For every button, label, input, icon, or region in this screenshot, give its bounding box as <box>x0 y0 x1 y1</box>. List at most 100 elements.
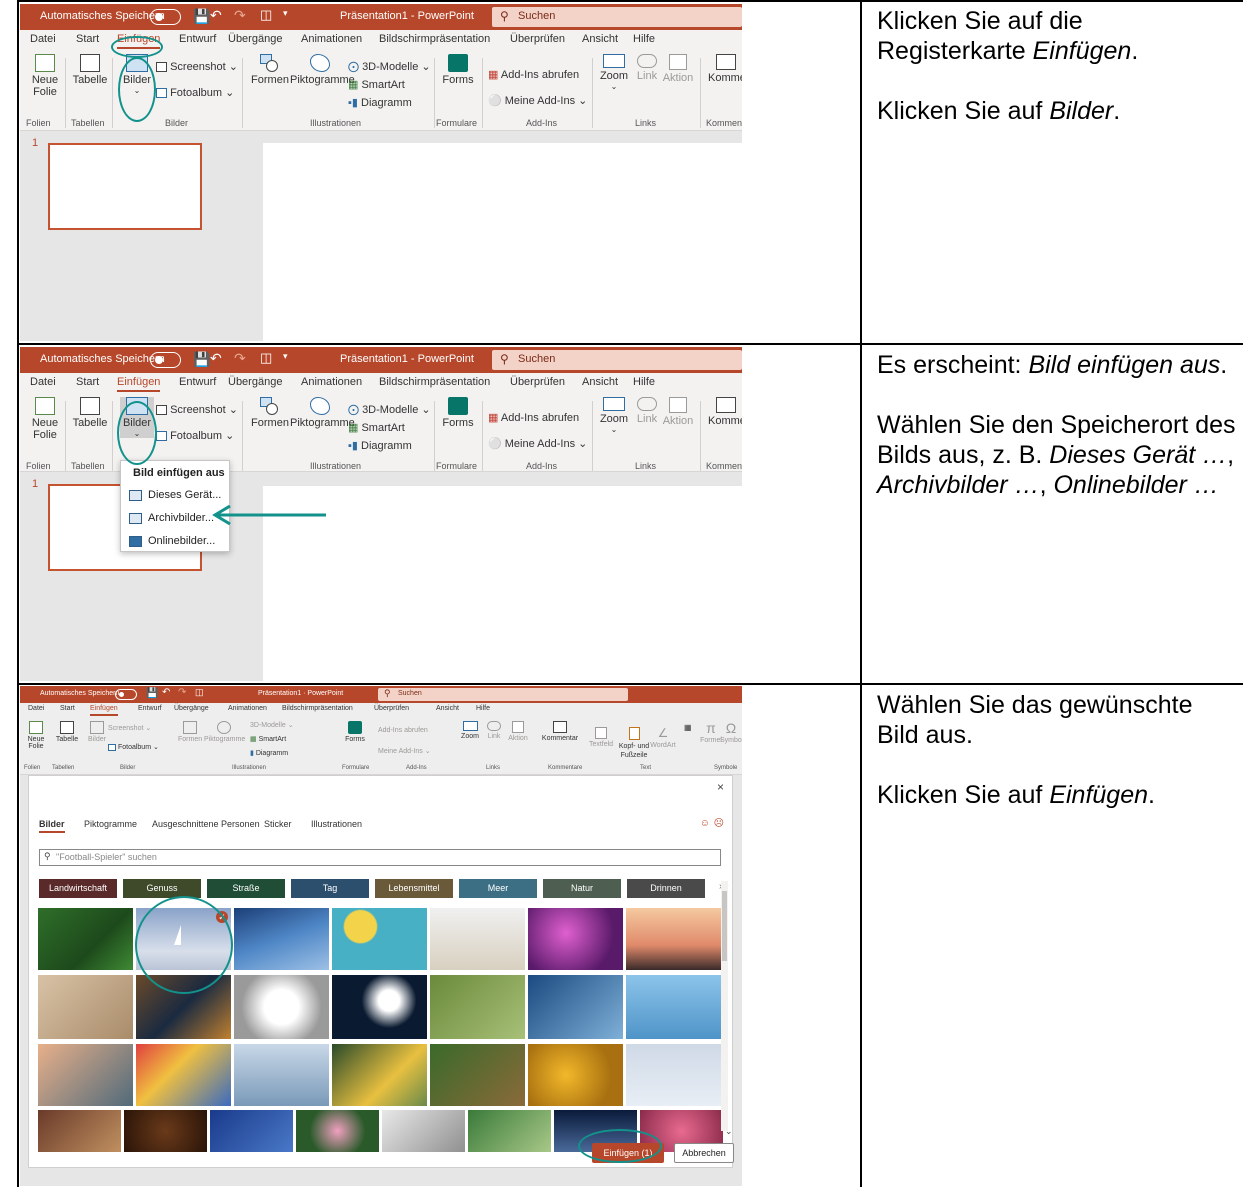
tab-5[interactable]: Animationen <box>228 705 267 712</box>
screenshot-button[interactable]: Screenshot ⌄ <box>156 60 238 73</box>
tab-2[interactable]: Einfügen <box>117 376 161 392</box>
3d-modelle-button[interactable]: ⨀ 3D-Modelle ⌄ <box>348 60 431 73</box>
zoom-button[interactable]: Zoom ⌄ <box>598 397 630 434</box>
redo-icon[interactable]: ↷ <box>234 7 246 24</box>
screenshot-button[interactable]: Screenshot ⌄ <box>108 724 151 732</box>
formen-button[interactable]: Formen <box>250 54 290 86</box>
forms-button[interactable]: Forms <box>440 397 476 429</box>
tab-1[interactable]: Start <box>76 33 99 45</box>
symbol-button[interactable]: Ω Symbol <box>720 721 742 744</box>
present-icon[interactable]: ◫ <box>195 687 204 698</box>
category-chip[interactable]: Straße <box>207 879 285 898</box>
meine-addins-button[interactable]: ⚪ Meine Add-Ins ⌄ <box>488 94 587 107</box>
zoom-button[interactable]: Zoom <box>458 721 482 740</box>
search-box[interactable]: ⚲ Suchen <box>378 688 628 701</box>
dialog-tab-3[interactable]: Sticker <box>264 819 292 829</box>
fotoalbum-button[interactable]: Fotoalbum ⌄ <box>156 86 234 99</box>
stock-image[interactable] <box>234 908 329 970</box>
tab-5[interactable]: Animationen <box>301 376 362 388</box>
tab-8[interactable]: Ansicht <box>582 376 618 388</box>
formen-button[interactable]: Formen <box>178 721 202 743</box>
textfeld-button[interactable]: Textfeld <box>588 727 614 748</box>
stock-image[interactable] <box>332 1044 427 1106</box>
link-button[interactable]: Link <box>633 54 661 82</box>
tab-5[interactable]: Animationen <box>301 33 362 45</box>
save-icon[interactable]: 💾 <box>193 351 210 368</box>
tab-8[interactable]: Ansicht <box>582 33 618 45</box>
zoom-button[interactable]: Zoom ⌄ <box>598 54 630 91</box>
save-icon[interactable]: 💾 <box>193 8 210 25</box>
stock-image[interactable] <box>296 1110 379 1152</box>
piktogramme-button[interactable]: Piktogramme <box>290 54 355 86</box>
tab-8[interactable]: Ansicht <box>436 705 459 712</box>
menu-item-dieses-geraet[interactable]: Dieses Gerät... <box>129 489 221 501</box>
aktion-button[interactable]: Aktion <box>506 721 530 742</box>
forms-button[interactable]: Forms <box>342 721 368 743</box>
stock-image[interactable] <box>382 1110 465 1152</box>
link-button[interactable]: Link <box>633 397 661 425</box>
save-icon[interactable]: 💾 <box>146 688 158 699</box>
undo-icon[interactable]: ↶ <box>210 7 222 24</box>
customize-icon[interactable]: ▾ <box>283 351 288 362</box>
category-chip[interactable]: Genuss <box>123 879 201 898</box>
dialog-tab-0[interactable]: Bilder <box>39 819 65 833</box>
tab-3[interactable]: Entwurf <box>179 33 216 45</box>
close-icon[interactable]: × <box>717 780 724 794</box>
present-icon[interactable]: ◫ <box>260 7 272 23</box>
kopf-fusszeile-button[interactable]: Kopf- und Fußzeile <box>616 727 652 760</box>
3d-modelle-button[interactable]: ⨀ 3D-Modelle ⌄ <box>348 403 431 416</box>
category-chip[interactable]: Natur <box>543 879 621 898</box>
undo-icon[interactable]: ↶ <box>210 350 222 367</box>
tab-7[interactable]: Überprüfen <box>510 33 565 45</box>
stock-image[interactable] <box>430 1044 525 1106</box>
screenshot-button[interactable]: Screenshot ⌄ <box>156 403 238 416</box>
menu-item-onlinebilder[interactable]: Onlinebilder... <box>129 535 215 547</box>
neue-folie-button[interactable]: Neue Folie <box>28 397 62 441</box>
tab-2[interactable]: Einfügen <box>90 705 118 716</box>
stock-image[interactable] <box>38 1044 133 1106</box>
aktion-button[interactable]: Aktion <box>661 54 695 84</box>
diagramm-button[interactable]: ▪▮ Diagramm <box>348 96 412 109</box>
stock-image[interactable] <box>124 1110 207 1152</box>
stock-image[interactable] <box>38 908 133 970</box>
slide-canvas[interactable] <box>263 486 742 681</box>
stock-image[interactable] <box>528 908 623 970</box>
stock-image[interactable] <box>136 1044 231 1106</box>
cancel-button[interactable]: Abbrechen <box>674 1143 734 1163</box>
addins-abrufen-button[interactable]: ▦ Add-Ins abrufen <box>488 411 579 424</box>
stock-image[interactable] <box>626 908 721 970</box>
feedback-icon[interactable]: ☹ <box>714 818 724 829</box>
tab-9[interactable]: Hilfe <box>633 376 655 388</box>
fotoalbum-button[interactable]: Fotoalbum ⌄ <box>108 743 159 751</box>
bilder-button[interactable]: Bilder <box>86 721 108 743</box>
stock-image[interactable] <box>332 908 427 970</box>
neue-folie-button[interactable]: Neue Folie <box>28 54 62 98</box>
piktogramme-button[interactable]: Piktogramme <box>290 397 355 429</box>
addins-abrufen-button[interactable]: Add-Ins abrufen <box>378 727 428 734</box>
tab-1[interactable]: Start <box>76 376 99 388</box>
stock-image[interactable] <box>210 1110 293 1152</box>
autosave-toggle[interactable] <box>150 9 181 25</box>
present-icon[interactable]: ◫ <box>260 350 272 366</box>
smartart-button[interactable]: ▦ SmartArt <box>348 421 405 434</box>
emoji-icon[interactable]: ☺ <box>700 818 710 829</box>
stock-image[interactable] <box>430 908 525 970</box>
category-chip[interactable]: Landwirtschaft <box>39 879 117 898</box>
tab-0[interactable]: Datei <box>30 33 56 45</box>
3d-modelle-button[interactable]: 3D-Modelle ⌄ <box>250 721 294 729</box>
stock-image[interactable] <box>528 975 623 1039</box>
neue-folie-button[interactable]: Neue Folie <box>24 721 48 750</box>
category-chip[interactable]: Drinnen <box>627 879 705 898</box>
tab-9[interactable]: Hilfe <box>633 33 655 45</box>
stock-image[interactable] <box>528 1044 623 1106</box>
meine-addins-button[interactable]: ⚪ Meine Add-Ins ⌄ <box>488 437 587 450</box>
smartart-button[interactable]: ▦ SmartArt <box>348 78 405 91</box>
tab-4[interactable]: Übergänge <box>174 705 209 712</box>
stock-image[interactable] <box>38 975 133 1039</box>
stock-image[interactable] <box>234 1044 329 1106</box>
stock-image[interactable] <box>38 1110 121 1152</box>
search-box[interactable]: ⚲ Suchen <box>492 350 742 370</box>
stock-image[interactable] <box>626 1044 721 1106</box>
slide-thumbnail[interactable] <box>48 143 202 230</box>
dialog-tab-2[interactable]: Ausgeschnittene Personen <box>152 819 260 829</box>
